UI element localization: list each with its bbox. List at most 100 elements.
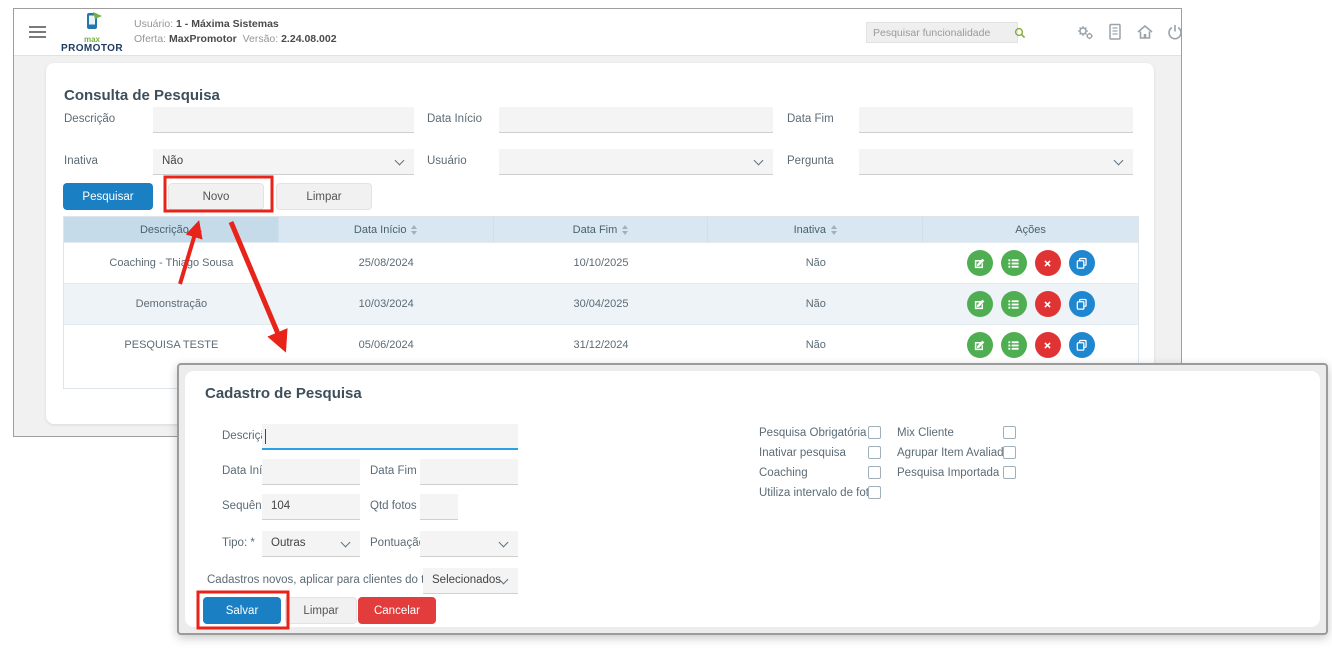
duplicate-action-button[interactable] xyxy=(1069,332,1095,358)
home-icon[interactable] xyxy=(1136,23,1154,41)
pesquisa-obrigatoria-checkbox[interactable] xyxy=(868,426,881,439)
inativar-pesquisa-checkbox[interactable] xyxy=(868,446,881,459)
column-header-data-inicio[interactable]: Data Início xyxy=(279,217,494,242)
checkbox-label: Mix Cliente xyxy=(897,427,954,439)
filter-data-fim-label: Data Fim xyxy=(787,113,834,125)
edit-action-button[interactable] xyxy=(967,250,993,276)
cell-data-fim: 31/12/2024 xyxy=(494,325,709,365)
cell-descricao: Coaching - Thiago Sousa xyxy=(64,243,279,283)
filter-descricao-input[interactable] xyxy=(153,107,414,133)
cadastro-tipo-select[interactable]: Outras xyxy=(262,531,360,557)
cadastro-aplicar-clientes-label: Cadastros novos, aplicar para clientes d… xyxy=(207,574,440,586)
version-value: 2.24.08.002 xyxy=(281,33,336,45)
offer-value: MaxPromotor xyxy=(169,33,237,45)
chevron-down-icon xyxy=(499,538,509,548)
top-bar: max PROMOTOR Usuário: 1 - Máxima Sistema… xyxy=(14,9,1181,56)
functionality-search xyxy=(866,22,1018,43)
cell-descricao: PESQUISA TESTE xyxy=(64,325,279,365)
cell-data-fim: 30/04/2025 xyxy=(494,284,709,324)
sort-icon xyxy=(831,225,837,235)
cadastro-modal: Cadastro de Pesquisa Descrição * Data In… xyxy=(177,363,1328,635)
filter-inativa-select[interactable]: Não xyxy=(153,149,414,175)
edit-action-button[interactable] xyxy=(967,291,993,317)
limpar-button[interactable]: Limpar xyxy=(276,183,372,210)
cadastro-data-inicio-input[interactable] xyxy=(262,459,360,485)
filter-pergunta-select[interactable] xyxy=(859,149,1133,175)
edit-action-button[interactable] xyxy=(967,332,993,358)
search-icon[interactable] xyxy=(1014,27,1031,39)
filter-inativa-label: Inativa xyxy=(64,155,98,167)
chevron-down-icon xyxy=(754,156,764,166)
checkbox-label: Utiliza intervalo de fotos xyxy=(759,487,881,499)
duplicate-action-button[interactable] xyxy=(1069,291,1095,317)
duplicate-action-button[interactable] xyxy=(1069,250,1095,276)
cell-inativa: Não xyxy=(708,325,923,365)
user-value: 1 - Máxima Sistemas xyxy=(176,18,279,30)
filter-data-fim-input[interactable] xyxy=(859,107,1133,133)
checkbox-label: Agrupar Item Avaliado xyxy=(897,447,1010,459)
filter-pergunta-label: Pergunta xyxy=(787,155,834,167)
cadastro-pontuacao-select[interactable] xyxy=(420,531,518,557)
checkbox-label: Pesquisa Obrigatória xyxy=(759,427,866,439)
document-icon[interactable] xyxy=(1106,23,1124,41)
version-label: Versão: xyxy=(243,33,279,45)
app-logo: max PROMOTOR xyxy=(56,11,128,54)
modal-limpar-button[interactable]: Limpar xyxy=(285,597,357,624)
filter-usuario-select[interactable] xyxy=(499,149,773,175)
page-title: Consulta de Pesquisa xyxy=(64,87,220,104)
sort-asc-icon xyxy=(194,227,202,232)
sort-icon xyxy=(411,225,417,235)
column-header-descricao[interactable]: Descrição xyxy=(64,217,279,242)
cell-inativa: Não xyxy=(708,243,923,283)
cadastro-descricao-input[interactable] xyxy=(262,424,518,450)
mix-cliente-checkbox[interactable] xyxy=(1003,426,1016,439)
cadastro-data-fim-input[interactable] xyxy=(420,459,518,485)
delete-action-button[interactable] xyxy=(1035,332,1061,358)
salvar-button[interactable]: Salvar xyxy=(203,597,281,624)
cell-acoes xyxy=(923,243,1138,283)
text-cursor xyxy=(265,429,266,444)
menu-icon[interactable] xyxy=(29,26,46,41)
user-label: Usuário: xyxy=(134,18,173,30)
delete-action-button[interactable] xyxy=(1035,291,1061,317)
modal-title: Cadastro de Pesquisa xyxy=(205,385,362,402)
cadastro-sequencia-input[interactable]: 104 xyxy=(262,494,360,520)
user-info: Usuário: 1 - Máxima Sistemas Oferta: Max… xyxy=(134,17,337,47)
list-action-button[interactable] xyxy=(1001,291,1027,317)
pesquisar-button[interactable]: Pesquisar xyxy=(63,183,153,210)
logo-text-max: max xyxy=(56,36,128,43)
column-header-inativa[interactable]: Inativa xyxy=(708,217,923,242)
chevron-down-icon xyxy=(341,538,351,548)
agrupar-item-avaliado-checkbox[interactable] xyxy=(1003,446,1016,459)
cancelar-button[interactable]: Cancelar xyxy=(358,597,436,624)
cell-data-inicio: 25/08/2024 xyxy=(279,243,494,283)
phone-icon xyxy=(81,18,103,35)
utiliza-intervalo-fotos-checkbox[interactable] xyxy=(868,486,881,499)
list-action-button[interactable] xyxy=(1001,250,1027,276)
checkbox-label: Pesquisa Importada xyxy=(897,467,999,479)
delete-action-button[interactable] xyxy=(1035,250,1061,276)
coaching-checkbox[interactable] xyxy=(868,466,881,479)
table-row: Demonstração 10/03/2024 30/04/2025 Não xyxy=(64,283,1138,324)
chevron-down-icon xyxy=(1114,156,1124,166)
column-header-acoes: Ações xyxy=(923,217,1138,242)
cadastro-qtd-fotos-input[interactable] xyxy=(420,494,458,520)
gears-icon[interactable] xyxy=(1076,23,1094,41)
cadastro-aplicar-clientes-select[interactable]: Selecionados xyxy=(423,568,518,594)
chevron-down-icon xyxy=(395,156,405,166)
cell-acoes xyxy=(923,325,1138,365)
list-action-button[interactable] xyxy=(1001,332,1027,358)
sort-icon xyxy=(622,225,628,235)
column-header-data-fim[interactable]: Data Fim xyxy=(494,217,709,242)
table-header-row: Descrição Data Início Data Fim Inativa A… xyxy=(64,217,1138,242)
power-icon[interactable] xyxy=(1166,23,1184,41)
filter-data-inicio-input[interactable] xyxy=(499,107,773,133)
checkbox-label: Inativar pesquisa xyxy=(759,447,846,459)
cadastro-pontuacao-label: Pontuação xyxy=(370,537,425,549)
novo-button[interactable]: Novo xyxy=(168,183,264,210)
cell-acoes xyxy=(923,284,1138,324)
cell-data-inicio: 05/06/2024 xyxy=(279,325,494,365)
search-input[interactable] xyxy=(867,27,1014,39)
table-row: Coaching - Thiago Sousa 25/08/2024 10/10… xyxy=(64,242,1138,283)
pesquisa-importada-checkbox[interactable] xyxy=(1003,466,1016,479)
